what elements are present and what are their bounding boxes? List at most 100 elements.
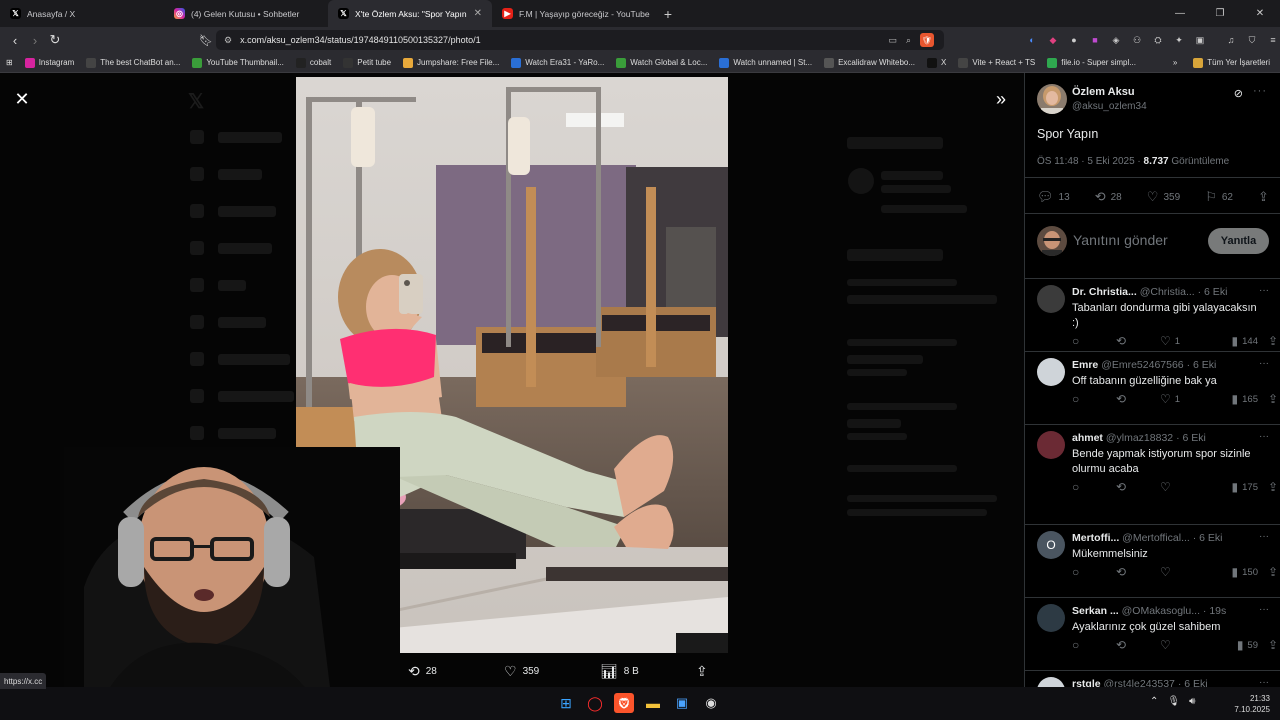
- reply-share-button[interactable]: ⇪: [1258, 334, 1278, 348]
- reply-time[interactable]: · 6 Eki: [1193, 532, 1223, 544]
- new-tab-button[interactable]: +: [656, 0, 680, 27]
- reply-author-handle[interactable]: @Emre52467566: [1101, 359, 1183, 371]
- reply-avatar[interactable]: [1037, 604, 1065, 632]
- brave-shield-icon[interactable]: 🛡︎: [920, 33, 934, 47]
- share-stat[interactable]: ⇪: [1258, 187, 1269, 205]
- music-icon[interactable]: ♫: [1225, 34, 1237, 46]
- reply-author-name[interactable]: Dr. Christia...: [1072, 286, 1137, 298]
- volume-icon[interactable]: 🔊︎: [1189, 696, 1195, 707]
- bookmark-item[interactable]: YouTube Thumbnail...: [186, 57, 290, 68]
- reply-avatar[interactable]: [1037, 677, 1065, 687]
- menu-icon[interactable]: ≡: [1267, 34, 1279, 46]
- author-name[interactable]: Özlem Aksu: [1072, 86, 1135, 98]
- photo-share-button[interactable]: ⇪: [696, 663, 708, 680]
- reply-like-button[interactable]: ♡: [1160, 480, 1198, 494]
- reply-reply-button[interactable]: ○: [1072, 334, 1116, 348]
- reply-avatar[interactable]: [1037, 358, 1065, 386]
- cast-icon[interactable]: ▭: [888, 35, 897, 46]
- reply-author-handle[interactable]: @Christia...: [1140, 286, 1195, 298]
- reply-share-button[interactable]: ⇪: [1258, 480, 1278, 494]
- reply-reply-button[interactable]: ○: [1072, 638, 1116, 652]
- reply-input[interactable]: Yanıtını gönder: [1073, 232, 1168, 248]
- more-options-icon[interactable]: ···: [1259, 531, 1269, 542]
- more-options-icon[interactable]: ···: [1259, 677, 1269, 687]
- reply-retweet-button[interactable]: ⟲: [1116, 480, 1160, 494]
- reply-avatar[interactable]: [1037, 431, 1065, 459]
- maximize-icon[interactable]: ❐: [1200, 0, 1240, 27]
- reply-like-button[interactable]: ♡: [1160, 565, 1198, 579]
- sidebar-icon[interactable]: ▣: [1194, 34, 1206, 46]
- vpn-icon[interactable]: ⛉: [1246, 34, 1258, 46]
- reply-retweet-button[interactable]: ⟲: [1116, 565, 1160, 579]
- reply-like-button[interactable]: ♡ 1: [1160, 392, 1198, 406]
- retweet-stat[interactable]: ⟲ 28: [1095, 187, 1122, 205]
- bookmark-item[interactable]: Jumpshare: Free File...: [397, 57, 505, 68]
- author-handle[interactable]: @aksu_ozlem34: [1072, 101, 1147, 112]
- reply-views-button[interactable]: ▮ 175: [1198, 480, 1258, 494]
- reply-author-handle[interactable]: @ylmaz18832: [1106, 432, 1173, 444]
- bookmark-item[interactable]: X: [921, 57, 952, 68]
- brave-icon[interactable]: 🦁︎: [614, 693, 634, 713]
- bookmark-item[interactable]: Instagram: [19, 57, 81, 68]
- reply-item[interactable]: O Mertoffi... @Mertoffical... · 6 Eki ··· M…: [1025, 525, 1280, 598]
- reply-views-button[interactable]: ▮ 144: [1198, 334, 1258, 348]
- reply-item[interactable]: Dr. Christia... @Christia... · 6 Eki ··· T…: [1025, 279, 1280, 352]
- bookmark-item[interactable]: Watch unnamed | St...: [713, 57, 818, 68]
- reply-author-name[interactable]: Serkan ...: [1072, 605, 1119, 617]
- more-bookmarks-icon[interactable]: »: [1163, 58, 1187, 67]
- microphone-icon[interactable]: 🎙︎: [1167, 696, 1180, 707]
- close-photo-button[interactable]: ✕: [12, 89, 32, 109]
- bookmark-icon[interactable]: 🔖︎: [196, 34, 216, 47]
- all-bookmarks-folder[interactable]: Tüm Yer İşaretleri: [1187, 57, 1280, 68]
- reply-author-handle[interactable]: @Mertoffical...: [1122, 532, 1190, 544]
- grok-icon[interactable]: ⊘: [1234, 87, 1243, 100]
- reply-retweet-button[interactable]: ⟲: [1116, 638, 1160, 652]
- address-bar[interactable]: ⚙ x.com/aksu_ozlem34/status/197484911050…: [216, 30, 944, 50]
- photos-icon[interactable]: ▣: [672, 693, 692, 713]
- bookmark-item[interactable]: file.io - Super simpl...: [1041, 57, 1142, 68]
- reply-button[interactable]: Yanıtla: [1208, 228, 1269, 254]
- reply-time[interactable]: · 19s: [1203, 605, 1226, 617]
- extension-icon[interactable]: ◐: [1026, 34, 1038, 46]
- reply-reply-button[interactable]: ○: [1072, 392, 1116, 406]
- minimize-icon[interactable]: —: [1160, 0, 1200, 27]
- reply-author-handle[interactable]: @rst4le243537: [1104, 678, 1175, 687]
- reply-item[interactable]: Serkan ... @OMakasoglu... · 19s ··· Ayakla…: [1025, 598, 1280, 671]
- photo-views-button[interactable]: 📊︎ 8 B: [600, 663, 696, 680]
- extension-icon[interactable]: ⛭: [1152, 34, 1164, 46]
- reply-share-button[interactable]: ⇪: [1258, 565, 1278, 579]
- extensions-icon[interactable]: ✦: [1173, 34, 1185, 46]
- reply-author-handle[interactable]: @OMakasoglu...: [1122, 605, 1200, 617]
- reply-stat[interactable]: 💬︎ 13: [1037, 187, 1070, 205]
- reload-icon[interactable]: ↻: [45, 32, 65, 48]
- zoom-icon[interactable]: ⌕: [906, 35, 911, 46]
- reply-item[interactable]: Emre @Emre52467566 · 6 Eki ··· Off tabanın…: [1025, 352, 1280, 425]
- reply-time[interactable]: · 6 Eki: [1178, 678, 1208, 687]
- more-options-icon[interactable]: ···: [1259, 431, 1269, 442]
- bookmark-item[interactable]: Excalidraw Whitebo...: [818, 57, 921, 68]
- back-icon[interactable]: ‹: [5, 33, 25, 48]
- reply-author-name[interactable]: ahmet: [1072, 432, 1103, 444]
- like-stat[interactable]: ♡ 359: [1147, 187, 1180, 205]
- bookmark-item[interactable]: Petit tube: [337, 57, 397, 68]
- reply-time[interactable]: · 6 Eki: [1176, 432, 1206, 444]
- reply-like-button[interactable]: ♡: [1160, 638, 1198, 652]
- close-window-icon[interactable]: ✕: [1240, 0, 1280, 27]
- reply-avatar[interactable]: [1037, 285, 1065, 313]
- reply-reply-button[interactable]: ○: [1072, 480, 1116, 494]
- reply-share-button[interactable]: ⇪: [1258, 392, 1278, 406]
- forward-icon[interactable]: ›: [25, 33, 45, 48]
- extension-icon[interactable]: ●: [1068, 34, 1080, 46]
- photo-retweet-button[interactable]: ⟲ 28: [408, 663, 504, 680]
- bookmark-item[interactable]: The best ChatBot an...: [80, 57, 186, 68]
- reply-item[interactable]: rstgle @rst4le243537 · 6 Eki ···: [1025, 671, 1280, 687]
- file-explorer-icon[interactable]: ▬: [643, 693, 663, 713]
- tab-post[interactable]: 𝕏 X'te Özlem Aksu: "Spor Yapın htt ✕: [328, 0, 492, 27]
- bookmark-item[interactable]: Watch Era31 - YaRo...: [505, 57, 610, 68]
- photo-like-button[interactable]: ♡ 359: [504, 663, 600, 680]
- reply-author-name[interactable]: Mertoffi...: [1072, 532, 1119, 544]
- reply-like-button[interactable]: ♡ 1: [1160, 334, 1198, 348]
- more-options-icon[interactable]: ···: [1253, 85, 1267, 97]
- reply-author-name[interactable]: Emre: [1072, 359, 1098, 371]
- reply-item[interactable]: ahmet @ylmaz18832 · 6 Eki ··· Bende yapmak…: [1025, 425, 1280, 525]
